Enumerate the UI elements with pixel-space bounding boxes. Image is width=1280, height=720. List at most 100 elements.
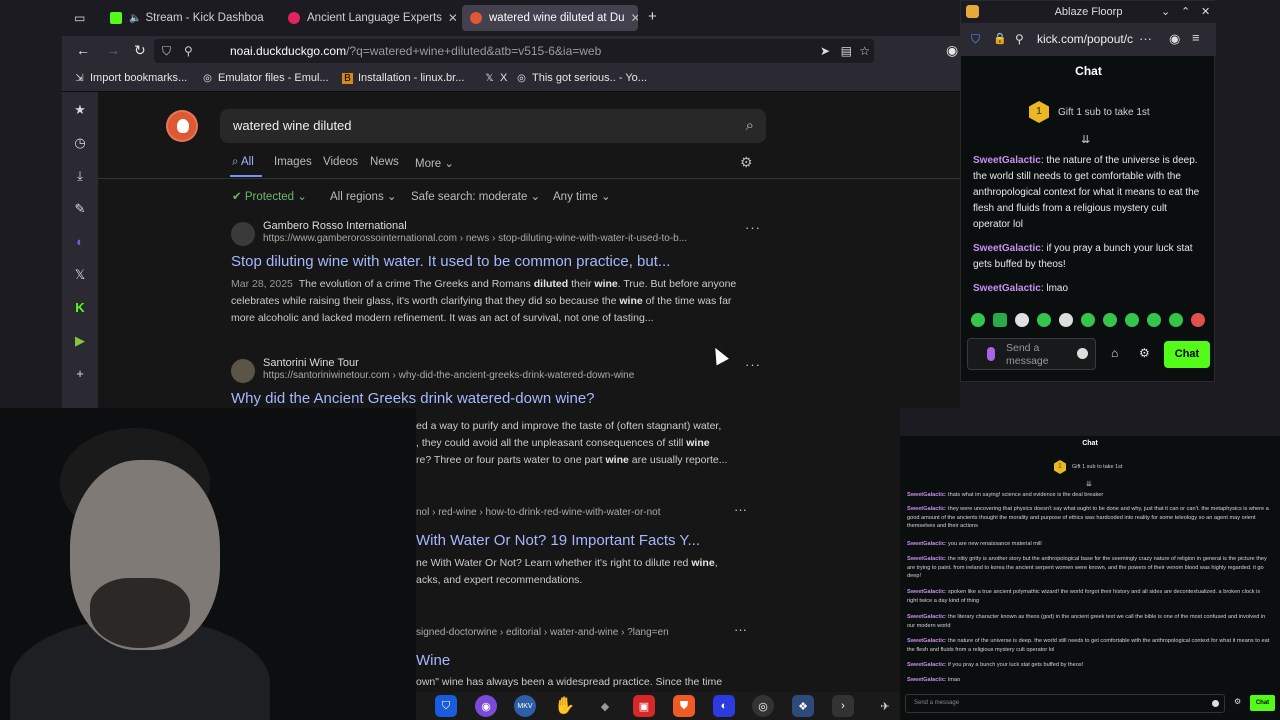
forward-icon[interactable]: → (106, 42, 120, 58)
result-url[interactable]: https://santoriniwinetour.com › why-did-… (263, 370, 634, 381)
floorp-icon[interactable]: ◐ (72, 234, 88, 249)
filter-protected[interactable]: ✔ Protected ⌄ (232, 189, 307, 203)
more-options-icon[interactable]: ··· (734, 502, 747, 517)
chat-input[interactable]: Send a message (967, 338, 1096, 370)
hand-icon[interactable]: ✋ (554, 695, 576, 717)
emoji-icon[interactable] (1077, 348, 1088, 359)
emote-icon[interactable] (1081, 313, 1095, 327)
bitwarden-icon[interactable]: ⛉ (435, 695, 457, 717)
star-icon[interactable]: ★ (72, 102, 88, 118)
emote-icon[interactable] (1169, 313, 1183, 327)
add-icon[interactable]: + (72, 366, 88, 381)
download-icon[interactable]: ⤓ (72, 168, 88, 184)
kick-icon[interactable]: K (72, 300, 88, 315)
settings-icon[interactable]: ⚙ (1139, 346, 1150, 360)
result-title[interactable]: Why did the Ancient Greeks drink watered… (231, 390, 595, 407)
close-icon[interactable]: ✕ (1201, 1, 1210, 23)
firefox-icon[interactable]: ◉ (475, 695, 497, 717)
menu-icon[interactable]: ≡ (1192, 30, 1200, 45)
brave-icon[interactable]: ⛊ (673, 695, 695, 717)
tab-ancient-language[interactable]: Ancient Language Experts ✕ (280, 5, 456, 31)
popout-url-bar[interactable]: ⛉ 🔒 ⚲ kick.com/popout/c ··· ◉ ≡ (961, 23, 1216, 56)
tab-news[interactable]: News (370, 156, 399, 168)
settings-icon[interactable]: ⚙ (740, 154, 753, 171)
chat-username[interactable]: SweetGalactic (907, 614, 945, 620)
game-icon[interactable]: ◆ (594, 695, 616, 717)
emote-icon[interactable] (993, 313, 1007, 327)
chat-input[interactable]: Send a message (905, 694, 1225, 713)
emoji-icon[interactable] (1212, 700, 1219, 707)
speaker-icon[interactable]: 🔈 (129, 13, 141, 24)
redapp-icon[interactable]: ▣ (633, 695, 655, 717)
emote-icon[interactable] (1103, 313, 1117, 327)
shield-icon[interactable]: ⛉ (971, 32, 980, 47)
emote-icon[interactable] (1015, 313, 1029, 327)
back-icon[interactable]: ← (76, 42, 90, 58)
chat-username[interactable]: SweetGalactic (973, 243, 1041, 254)
chat-send-button[interactable]: Chat (1164, 341, 1210, 368)
flag-icon[interactable]: ▤ (841, 39, 852, 63)
chat-username[interactable]: SweetGalactic (973, 283, 1041, 294)
tab-images[interactable]: Images (274, 156, 312, 168)
result-title[interactable]: Wine (416, 652, 450, 669)
floorp-icon[interactable]: ◐ (713, 695, 735, 717)
search-input[interactable]: watered wine diluted ⌕ (220, 109, 766, 143)
emote-icon[interactable] (971, 313, 985, 327)
gift-sub-banner[interactable]: Gift 1 sub to take 1st (1072, 464, 1122, 470)
close-icon[interactable]: ✕ (631, 11, 638, 25)
filter-safe-search[interactable]: Safe search: moderate ⌄ (411, 189, 540, 203)
reload-icon[interactable]: ↻ (134, 42, 146, 59)
chat-username[interactable]: SweetGalactic (907, 662, 945, 668)
chat-username[interactable]: SweetGalactic (907, 492, 945, 498)
chat-username[interactable]: SweetGalactic (907, 556, 945, 562)
more-options-icon[interactable]: ··· (745, 220, 761, 235)
mkv-icon[interactable]: MKV (514, 695, 536, 717)
new-tab-icon[interactable]: + (648, 8, 657, 25)
pinned-icon[interactable]: ⇊ (1081, 133, 1090, 146)
pen-icon[interactable]: ✎ (72, 201, 88, 217)
pinned-icon[interactable]: ⇊ (1086, 480, 1092, 488)
result-title[interactable]: With Water Or Not? 19 Important Facts Y.… (416, 532, 700, 549)
settings-icon[interactable]: ⚙ (1234, 697, 1241, 706)
more-icon[interactable]: ··· (1139, 31, 1152, 46)
tab-videos[interactable]: Videos (323, 156, 358, 168)
x-icon[interactable]: 𝕏 (72, 267, 88, 283)
emote-icon[interactable] (1059, 313, 1073, 327)
chat-username[interactable]: SweetGalactic (973, 155, 1041, 166)
emote-icon[interactable] (1125, 313, 1139, 327)
filter-regions[interactable]: All regions ⌄ (330, 189, 397, 203)
chat-username[interactable]: SweetGalactic (907, 638, 945, 644)
tab-list-icon[interactable]: ▭ (74, 11, 85, 25)
emote-icon[interactable] (1191, 313, 1205, 327)
tab-duckduckgo[interactable]: watered wine diluted at Du ✕ (462, 5, 638, 31)
history-icon[interactable]: ◷ (72, 135, 88, 151)
chat-username[interactable]: SweetGalactic (907, 506, 945, 512)
maximize-icon[interactable]: ⌃ (1181, 1, 1190, 23)
discord-icon[interactable]: ✈ (874, 695, 896, 717)
result-url[interactable]: https://www.gamberorossointernational.co… (263, 233, 687, 244)
bookmark-installation[interactable]: B Installation - linux.br... (342, 72, 464, 84)
filter-time[interactable]: Any time ⌄ (553, 189, 611, 203)
chat-username[interactable]: SweetGalactic (907, 677, 945, 683)
search-icon[interactable]: ⌕ (746, 109, 754, 143)
permissions-icon[interactable]: ⚲ (184, 39, 193, 63)
more-options-icon[interactable]: ··· (734, 622, 747, 637)
bookmark-import[interactable]: ⇲ Import bookmarks... (74, 72, 187, 84)
bookmark-x[interactable]: 𝕏X (484, 72, 507, 84)
chevron-down-icon[interactable]: ⌄ (1161, 1, 1170, 23)
permissions-icon[interactable]: ⚲ (1015, 32, 1024, 46)
arrow-icon[interactable]: › (832, 695, 854, 717)
chat-send-button[interactable]: Chat (1250, 695, 1275, 711)
result-title[interactable]: Stop diluting wine with water. It used t… (231, 253, 670, 270)
emote-icon[interactable] (1147, 313, 1161, 327)
chat-username[interactable]: SweetGalactic (907, 541, 945, 547)
duckduckgo-logo-icon[interactable] (166, 110, 198, 142)
tab-all[interactable]: ⌕ All (232, 156, 254, 169)
url-bar[interactable]: ⛉ ⚲ noai.duckduckgo.com/?q=watered+wine+… (154, 39, 874, 63)
chat-username[interactable]: SweetGalactic (907, 589, 945, 595)
more-options-icon[interactable]: ··· (745, 357, 761, 372)
shield-icon[interactable]: ⛉ (162, 39, 171, 63)
bookmark-emulator[interactable]: ◎ Emulator files - Emul... (202, 72, 329, 84)
emote-icon[interactable] (1037, 313, 1051, 327)
mic-icon[interactable] (987, 347, 995, 361)
